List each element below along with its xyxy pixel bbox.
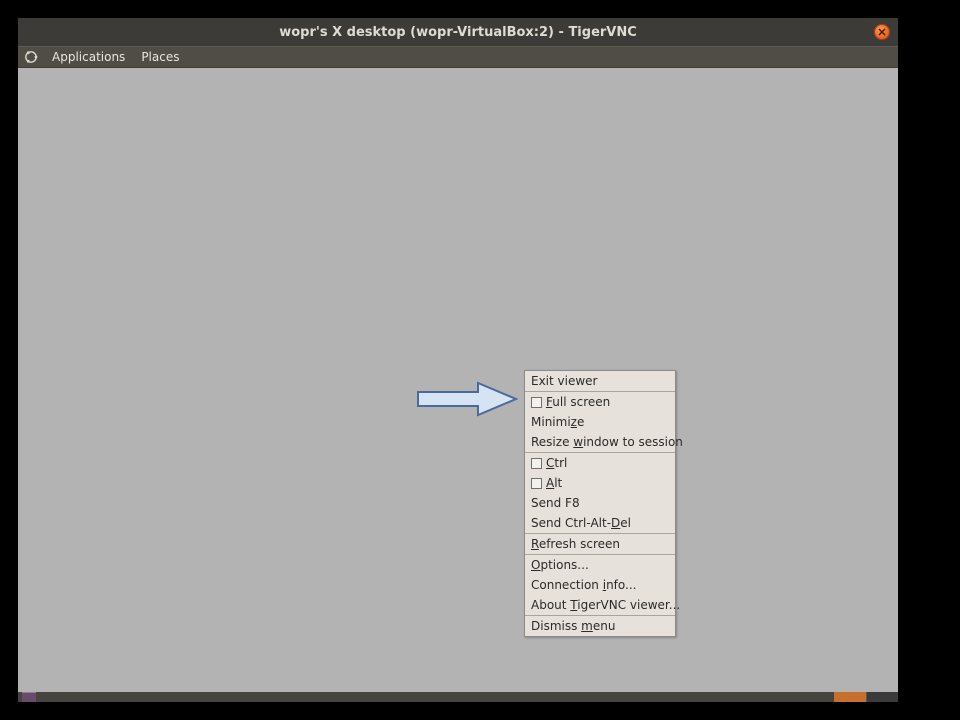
menu-item-label: About TigerVNC viewer... <box>531 597 680 613</box>
annotation-arrow-icon <box>416 381 520 417</box>
close-icon <box>878 28 886 36</box>
menu-item-label: Exit viewer <box>531 373 598 389</box>
menu-connection-info[interactable]: Connection info... <box>525 575 675 595</box>
menu-full-screen[interactable]: Full screen <box>525 392 675 412</box>
menu-dismiss[interactable]: Dismiss menu <box>525 616 675 636</box>
menu-refresh-screen[interactable]: Refresh screen <box>525 534 675 554</box>
menu-item-label: Send F8 <box>531 495 580 511</box>
menu-item-label: Alt <box>546 475 562 491</box>
menu-minimize[interactable]: Minimize <box>525 412 675 432</box>
menu-item-label: Ctrl <box>546 455 567 471</box>
menu-ctrl-key[interactable]: Ctrl <box>525 453 675 473</box>
workspace-switcher-active[interactable] <box>834 692 866 702</box>
window-titlebar: wopr's X desktop (wopr-VirtualBox:2) - T… <box>18 18 898 46</box>
menu-item-label: Options... <box>531 557 589 573</box>
menu-send-ctrl-alt-del[interactable]: Send Ctrl-Alt-Del <box>525 513 675 533</box>
menu-options[interactable]: Options... <box>525 555 675 575</box>
panel-launcher-icon[interactable] <box>22 692 36 702</box>
remote-desktop-area[interactable]: Exit viewer Full screen Minimize Resize … <box>18 68 898 692</box>
menu-resize-window[interactable]: Resize window to session <box>525 432 675 452</box>
window-title: wopr's X desktop (wopr-VirtualBox:2) - T… <box>279 25 637 40</box>
menu-item-label: Send Ctrl-Alt-Del <box>531 515 631 531</box>
desktop-menubar: Applications Places <box>18 46 898 68</box>
menu-applications[interactable]: Applications <box>44 48 133 66</box>
tigervnc-context-menu: Exit viewer Full screen Minimize Resize … <box>524 370 676 637</box>
menu-about[interactable]: About TigerVNC viewer... <box>525 595 675 615</box>
menu-exit-viewer[interactable]: Exit viewer <box>525 371 675 391</box>
window-close-button[interactable] <box>874 24 890 40</box>
menu-item-label: Refresh screen <box>531 536 620 552</box>
menu-item-label: Connection info... <box>531 577 636 593</box>
checkbox-icon <box>531 397 542 408</box>
workspace-switcher-inactive[interactable] <box>866 692 898 702</box>
menu-alt-key[interactable]: Alt <box>525 473 675 493</box>
menu-send-f8[interactable]: Send F8 <box>525 493 675 513</box>
desktop-bottom-panel <box>18 692 898 702</box>
checkbox-icon <box>531 458 542 469</box>
vnc-window: wopr's X desktop (wopr-VirtualBox:2) - T… <box>18 18 898 702</box>
checkbox-icon <box>531 478 542 489</box>
menu-item-label: Dismiss menu <box>531 618 615 634</box>
ubuntu-logo-icon <box>24 50 38 64</box>
menu-places[interactable]: Places <box>133 48 187 66</box>
menu-item-label: Full screen <box>546 394 610 410</box>
menu-item-label: Minimize <box>531 414 584 430</box>
menu-item-label: Resize window to session <box>531 434 683 450</box>
